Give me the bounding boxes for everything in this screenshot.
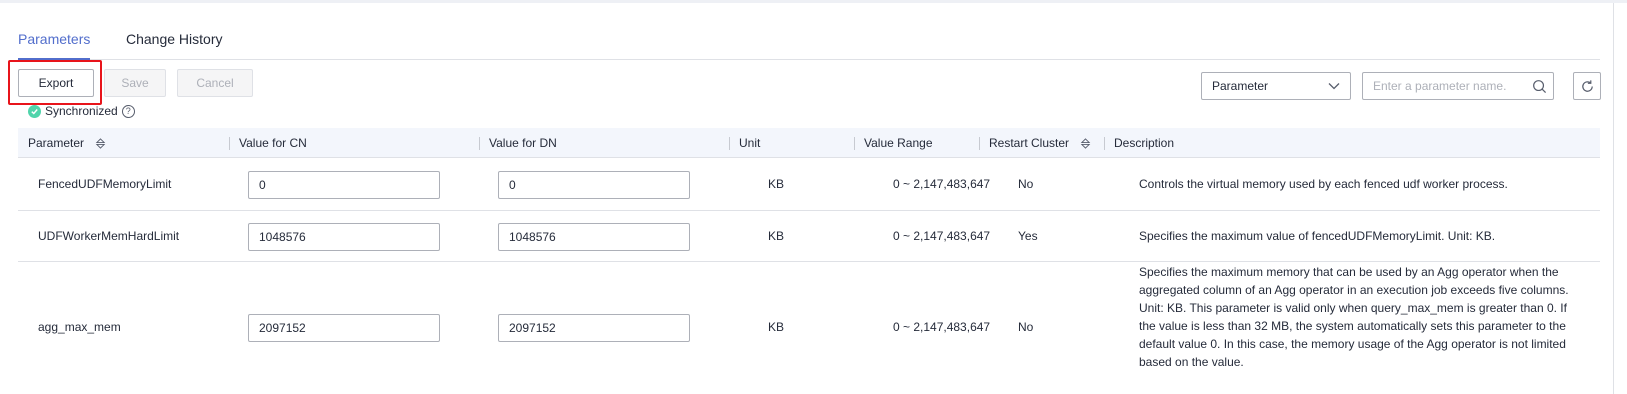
- column-separator: [479, 137, 480, 150]
- help-icon[interactable]: ?: [121, 104, 135, 118]
- column-header-restart-cluster[interactable]: Restart Cluster: [989, 128, 1091, 158]
- column-header-value-range: Value Range: [864, 136, 933, 150]
- restart-cluster: Yes: [1018, 229, 1038, 243]
- scrollbar[interactable]: [1613, 3, 1627, 394]
- search-box[interactable]: [1362, 72, 1554, 100]
- value-range: 0 ~ 2,147,483,647: [893, 177, 991, 191]
- tab-change-history[interactable]: Change History: [126, 30, 223, 48]
- value-cn-input[interactable]: [248, 171, 440, 199]
- table-row: FencedUDFMemoryLimit KB 0 ~ 2,147,483,64…: [18, 158, 1600, 211]
- column-header-value-dn: Value for DN: [489, 136, 557, 150]
- value-dn-input[interactable]: [498, 314, 690, 342]
- chevron-down-icon: [1328, 83, 1340, 90]
- save-button[interactable]: Save: [104, 69, 166, 97]
- table-row: agg_max_mem KB 0 ~ 2,147,483,647 No Spec…: [18, 262, 1600, 394]
- column-separator: [729, 137, 730, 150]
- description: Specifies the maximum memory that can be…: [1139, 265, 1569, 369]
- column-header-description: Description: [1114, 136, 1175, 150]
- refresh-icon: [1581, 79, 1593, 92]
- search-icon[interactable]: [1532, 79, 1547, 94]
- tab-bar: Parameters Change History: [18, 30, 1600, 60]
- description: Specifies the maximum value of fencedUDF…: [1139, 229, 1496, 243]
- unit: KB: [768, 177, 785, 191]
- value-cn-input[interactable]: [248, 223, 440, 251]
- sort-icon[interactable]: [1080, 138, 1091, 150]
- value-cn-input[interactable]: [248, 314, 440, 342]
- refresh-button[interactable]: [1573, 72, 1601, 100]
- column-header-unit: Unit: [739, 136, 761, 150]
- value-dn-input[interactable]: [498, 171, 690, 199]
- top-border: [0, 0, 1627, 3]
- column-separator: [229, 137, 230, 150]
- column-header-parameter[interactable]: Parameter: [28, 128, 106, 158]
- tab-parameters[interactable]: Parameters: [18, 30, 91, 60]
- sort-icon[interactable]: [95, 138, 106, 150]
- column-header-parameter-label: Parameter: [28, 136, 85, 150]
- unit: KB: [768, 320, 785, 334]
- parameter-name: FencedUDFMemoryLimit: [38, 177, 172, 191]
- column-separator: [1104, 137, 1105, 150]
- value-dn-input[interactable]: [498, 223, 690, 251]
- value-range: 0 ~ 2,147,483,647: [893, 320, 991, 334]
- table-row: UDFWorkerMemHardLimit KB 0 ~ 2,147,483,6…: [18, 211, 1600, 262]
- description: Controls the virtual memory used by each…: [1139, 177, 1508, 191]
- check-circle-icon: [28, 104, 41, 118]
- table-header: Parameter Value for CN Value for DN Unit…: [18, 128, 1600, 158]
- export-highlight-box: [8, 60, 102, 105]
- restart-cluster: No: [1018, 320, 1034, 334]
- sync-status: Synchronized ?: [28, 103, 135, 119]
- search-input[interactable]: [1363, 73, 1523, 99]
- restart-cluster: No: [1018, 177, 1034, 191]
- cancel-button[interactable]: Cancel: [177, 69, 253, 97]
- parameter-name: agg_max_mem: [38, 320, 121, 334]
- filter-select-value: Parameter: [1212, 79, 1269, 93]
- value-range: 0 ~ 2,147,483,647: [893, 229, 991, 243]
- unit: KB: [768, 229, 785, 243]
- column-header-restart-cluster-label: Restart Cluster: [989, 136, 1070, 150]
- filter-select[interactable]: Parameter: [1201, 72, 1351, 100]
- column-separator: [979, 137, 980, 150]
- column-header-value-cn: Value for CN: [239, 136, 307, 150]
- column-separator: [854, 137, 855, 150]
- parameter-name: UDFWorkerMemHardLimit: [38, 229, 180, 243]
- sync-status-text: Synchronized: [45, 104, 118, 118]
